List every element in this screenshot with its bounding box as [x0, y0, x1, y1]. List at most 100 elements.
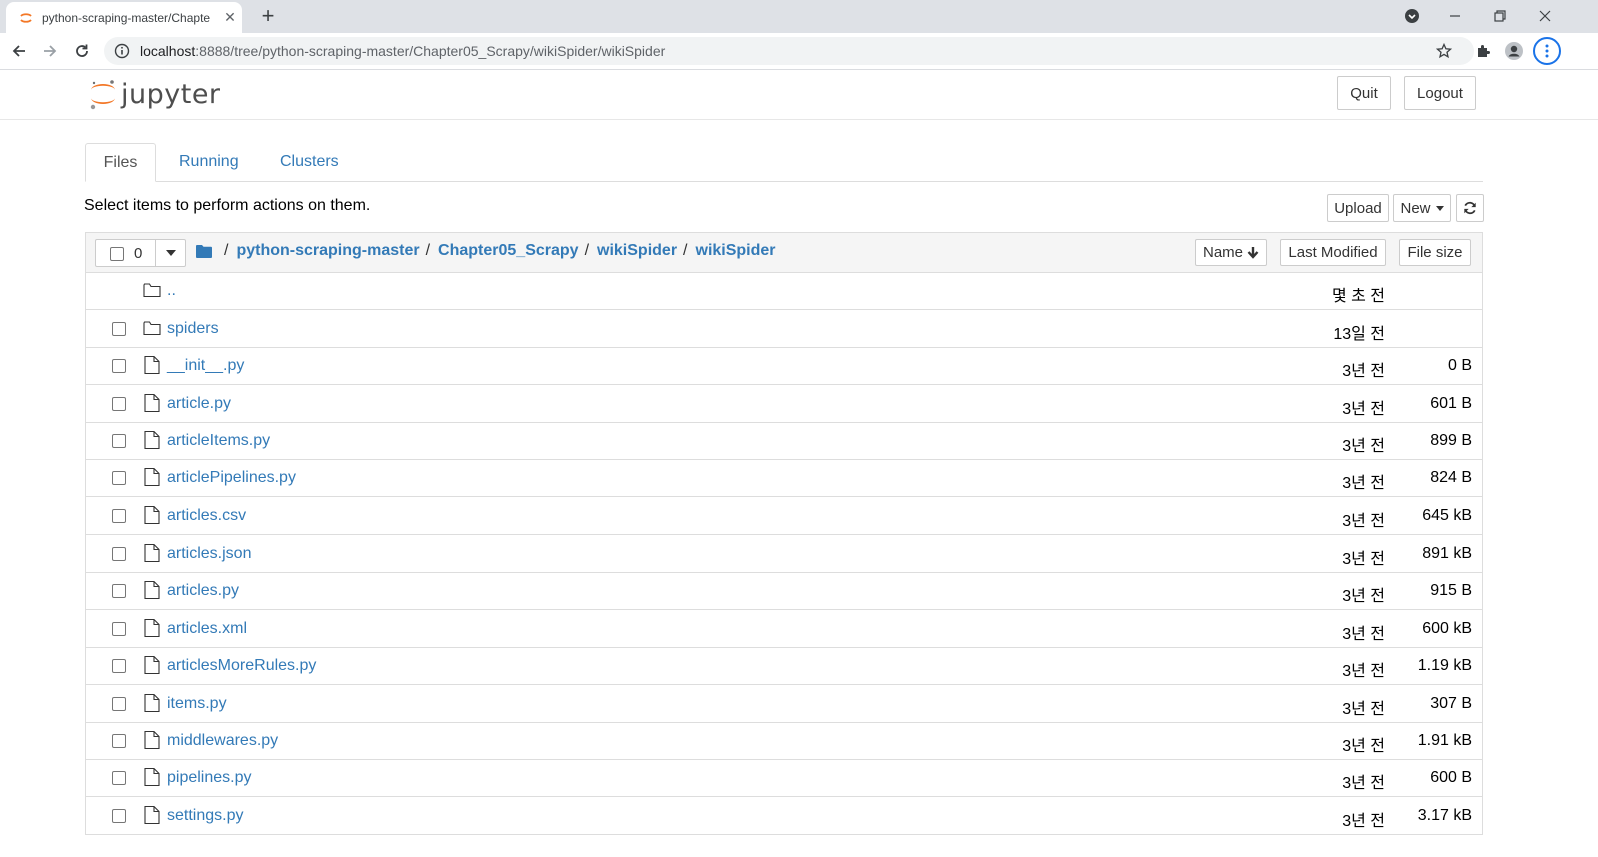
tab-close-icon[interactable]: ✕ — [222, 9, 238, 26]
file-row[interactable]: articles.xml 3년 전 600 kB — [86, 610, 1482, 648]
new-tab-icon[interactable]: + — [258, 5, 278, 27]
reload-icon[interactable] — [72, 41, 92, 61]
file-row[interactable]: items.py 3년 전 307 B — [86, 685, 1482, 723]
file-icon — [144, 655, 160, 675]
file-name-link[interactable]: items.py — [167, 695, 227, 713]
row-checkbox[interactable] — [112, 359, 126, 373]
file-row[interactable]: article.py 3년 전 601 B — [86, 385, 1482, 423]
url-text: localhost:8888/tree/python-scraping-mast… — [140, 43, 666, 59]
minimize-icon[interactable] — [1444, 6, 1466, 26]
breadcrumb-item[interactable]: wikiSpider — [597, 242, 677, 260]
breadcrumb-item[interactable]: wikiSpider — [696, 242, 776, 260]
tab-running[interactable]: Running — [179, 143, 239, 181]
file-name-link[interactable]: articles.csv — [167, 507, 246, 525]
refresh-button[interactable] — [1456, 194, 1484, 222]
file-row[interactable]: articles.py 3년 전 915 B — [86, 572, 1482, 610]
file-name-link[interactable]: __init__.py — [167, 357, 244, 375]
caret-down-icon — [1435, 205, 1444, 211]
quit-button[interactable]: Quit — [1337, 76, 1391, 110]
new-dropdown-button[interactable]: New — [1393, 194, 1451, 222]
sort-size-button[interactable]: File size — [1399, 239, 1471, 266]
folder-home-icon[interactable] — [196, 244, 212, 258]
tab-files[interactable]: Files — [85, 143, 156, 182]
row-checkbox[interactable] — [112, 771, 126, 785]
file-row[interactable]: articleItems.py 3년 전 899 B — [86, 422, 1482, 460]
tab-search-icon[interactable] — [1401, 6, 1423, 26]
last-modified: 3년 전 — [1342, 363, 1385, 380]
folder-icon — [143, 321, 161, 336]
last-modified: 13일 전 — [1333, 326, 1385, 343]
row-checkbox[interactable] — [112, 434, 126, 448]
row-checkbox[interactable] — [112, 471, 126, 485]
back-icon[interactable] — [9, 41, 29, 61]
last-modified: 3년 전 — [1342, 738, 1385, 755]
last-modified: 3년 전 — [1342, 475, 1385, 492]
row-checkbox[interactable] — [112, 659, 126, 673]
file-name-link[interactable]: articleItems.py — [167, 432, 270, 450]
extensions-icon[interactable] — [1473, 41, 1493, 61]
forward-icon[interactable] — [40, 41, 60, 61]
instructions-text: Select items to perform actions on them. — [84, 197, 371, 214]
restore-icon[interactable] — [1489, 6, 1511, 26]
file-row[interactable]: articlePipelines.py 3년 전 824 B — [86, 459, 1482, 497]
caret-down-icon[interactable] — [166, 250, 176, 256]
file-icon — [144, 767, 160, 787]
last-modified: 몇 초 전 — [1331, 288, 1385, 305]
file-name-link[interactable]: articles.xml — [167, 620, 247, 638]
row-checkbox[interactable] — [112, 547, 126, 561]
breadcrumb-item[interactable]: Chapter05_Scrapy — [438, 242, 579, 260]
file-name-link[interactable]: article.py — [167, 395, 231, 413]
last-modified: 3년 전 — [1342, 401, 1385, 418]
address-bar[interactable]: localhost:8888/tree/python-scraping-mast… — [104, 37, 1474, 65]
row-checkbox[interactable] — [112, 622, 126, 636]
profile-avatar-icon[interactable] — [1504, 41, 1524, 61]
file-row[interactable]: articlesMoreRules.py 3년 전 1.19 kB — [86, 647, 1482, 685]
file-name-link[interactable]: pipelines.py — [167, 769, 252, 787]
file-row[interactable]: articles.json 3년 전 891 kB — [86, 535, 1482, 573]
row-checkbox[interactable] — [112, 584, 126, 598]
row-checkbox[interactable] — [112, 397, 126, 411]
select-all-dropdown[interactable]: 0 — [95, 239, 186, 267]
folder-name-link[interactable]: .. — [167, 282, 176, 300]
select-all-checkbox[interactable] — [110, 247, 124, 261]
logout-button[interactable]: Logout — [1404, 76, 1476, 110]
file-row[interactable]: middlewares.py 3년 전 1.91 kB — [86, 722, 1482, 760]
file-row[interactable]: articles.csv 3년 전 645 kB — [86, 497, 1482, 535]
file-name-link[interactable]: articlePipelines.py — [167, 469, 296, 487]
bookmark-star-icon[interactable] — [1436, 43, 1452, 59]
folder-name-link[interactable]: spiders — [167, 320, 219, 338]
sort-name-button[interactable]: Name — [1195, 239, 1267, 266]
breadcrumb-item[interactable]: python-scraping-master — [236, 242, 419, 260]
row-checkbox[interactable] — [112, 809, 126, 823]
breadcrumb-separator: / — [224, 242, 229, 259]
site-info-icon[interactable] — [114, 43, 130, 59]
file-size: 600 kB — [1422, 620, 1472, 637]
last-modified: 3년 전 — [1342, 551, 1385, 568]
jupyter-logo[interactable]: jupyter — [89, 76, 221, 112]
browser-toolbar: localhost:8888/tree/python-scraping-mast… — [0, 33, 1598, 70]
file-row[interactable]: settings.py 3년 전 3.17 kB — [86, 797, 1482, 834]
browser-menu-icon[interactable] — [1533, 37, 1561, 65]
file-size: 915 B — [1430, 582, 1472, 599]
folder-row[interactable]: spiders 13일 전 — [86, 310, 1482, 348]
row-checkbox[interactable] — [112, 734, 126, 748]
row-checkbox[interactable] — [112, 509, 126, 523]
file-name-link[interactable]: articles.json — [167, 545, 251, 563]
close-window-icon[interactable] — [1534, 6, 1556, 26]
folder-row[interactable]: .. 몇 초 전 — [86, 272, 1482, 310]
last-modified: 3년 전 — [1342, 701, 1385, 718]
sort-modified-button[interactable]: Last Modified — [1280, 239, 1386, 266]
file-row[interactable]: pipelines.py 3년 전 600 B — [86, 759, 1482, 797]
sort-name-label: Name — [1202, 244, 1243, 261]
browser-tab[interactable]: python-scraping-master/Chapte ✕ — [6, 2, 242, 33]
jupyter-logo-text: jupyter — [121, 78, 221, 110]
row-checkbox[interactable] — [112, 322, 126, 336]
file-name-link[interactable]: articles.py — [167, 582, 239, 600]
file-name-link[interactable]: middlewares.py — [167, 732, 278, 750]
file-name-link[interactable]: articlesMoreRules.py — [167, 657, 316, 675]
row-checkbox[interactable] — [112, 697, 126, 711]
file-row[interactable]: __init__.py 3년 전 0 B — [86, 347, 1482, 385]
upload-button[interactable]: Upload — [1327, 194, 1389, 222]
tab-clusters[interactable]: Clusters — [280, 143, 339, 181]
file-name-link[interactable]: settings.py — [167, 807, 243, 825]
